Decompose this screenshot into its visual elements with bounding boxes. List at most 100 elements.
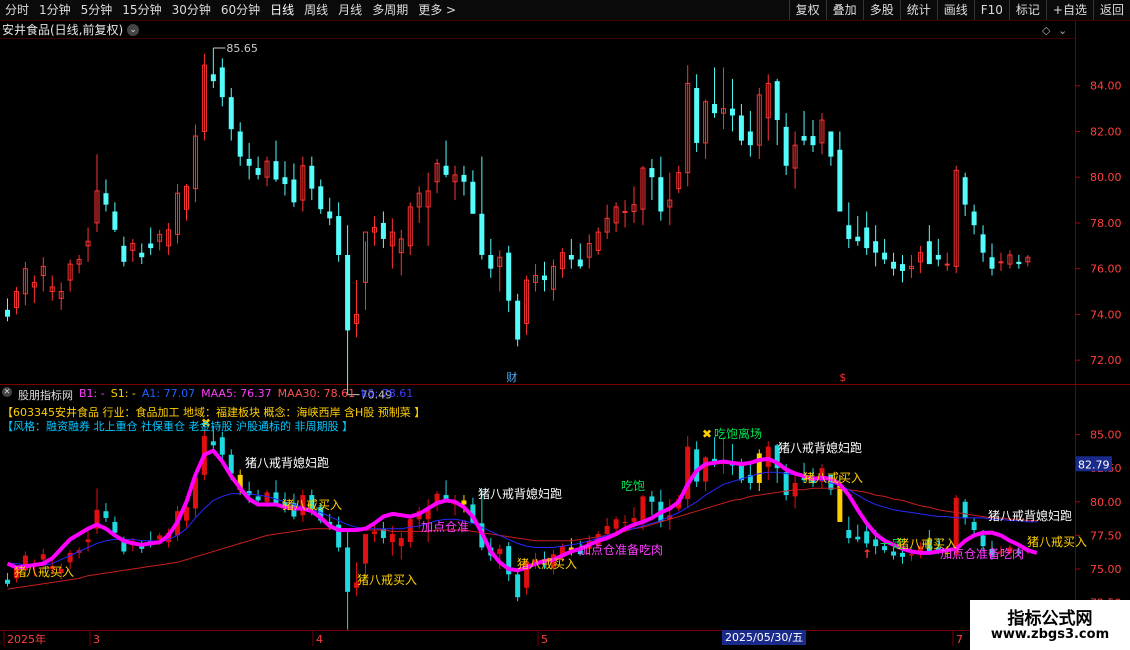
toolbar-button-5[interactable]: F10 bbox=[973, 0, 1009, 20]
indicator-bar-body bbox=[398, 538, 404, 547]
main-candle-body bbox=[694, 88, 700, 143]
period-tab-1[interactable]: 1分钟 bbox=[34, 0, 76, 20]
period-tab-7[interactable]: 周线 bbox=[299, 0, 333, 20]
main-candle-body bbox=[971, 211, 977, 226]
signal-run-label: 猪八戒背媳妇跑 bbox=[245, 455, 329, 470]
indicator-bar-body bbox=[371, 531, 377, 535]
main-candle-body bbox=[112, 211, 118, 230]
toolbar-button-7[interactable]: +自选 bbox=[1045, 0, 1093, 20]
indicator-bar-body bbox=[219, 437, 225, 455]
main-candle-body bbox=[935, 254, 941, 260]
main-candle-body bbox=[488, 254, 494, 269]
main-candle-body bbox=[5, 309, 10, 317]
close-icon[interactable]: ✕ bbox=[2, 387, 12, 397]
main-candle-body bbox=[470, 181, 476, 214]
period-tab-3[interactable]: 15分钟 bbox=[117, 0, 166, 20]
date-axis-label: 3 bbox=[93, 633, 100, 646]
dividend-marker: $ bbox=[839, 371, 846, 384]
main-candle-body bbox=[210, 74, 216, 82]
indicator-bar-body bbox=[980, 535, 986, 547]
main-candle-body bbox=[336, 216, 342, 255]
top-toolbar: 分时 1分钟 5分钟 15分钟 30分钟 60分钟 日线 周线 月线 多周期 更多 > 复权 叠加 多股统… bbox=[0, 0, 1130, 21]
main-candle-body bbox=[810, 136, 816, 146]
indicator-bar-body bbox=[703, 457, 709, 482]
period-tab-2[interactable]: 5分钟 bbox=[76, 0, 118, 20]
toolbar-button-3[interactable]: 统计 bbox=[899, 0, 937, 20]
toolbar-button-0[interactable]: 复权 bbox=[788, 0, 826, 20]
main-candle-body bbox=[846, 225, 852, 239]
toolbar-button-4[interactable]: 画线 bbox=[936, 0, 974, 20]
indicator-bar-body bbox=[112, 521, 118, 533]
indicator-b1: B1: - bbox=[79, 387, 105, 400]
period-tab-10[interactable]: 更多 > bbox=[413, 0, 461, 20]
chevron-down-icon: ⌄ bbox=[1058, 24, 1067, 37]
main-candle-body bbox=[944, 263, 950, 266]
chevron-down-icon[interactable]: ⌄ bbox=[127, 23, 140, 36]
stock-title: 安井食品(日线,前复权) bbox=[2, 23, 124, 37]
main-candle-body bbox=[309, 165, 315, 189]
indicator-bar-body bbox=[604, 525, 610, 535]
main-candle-body bbox=[801, 136, 807, 141]
period-tab-8[interactable]: 月线 bbox=[333, 0, 367, 20]
main-candle-body bbox=[291, 179, 297, 203]
period-tab-6[interactable]: 日线 bbox=[265, 0, 299, 20]
a1-line bbox=[6, 448, 1038, 573]
indicator-axis-label: 80.00 bbox=[1090, 496, 1122, 509]
indicator-name[interactable]: 股朋指标网 bbox=[18, 387, 73, 402]
toolbar-button-6[interactable]: 标记 bbox=[1008, 0, 1046, 20]
indicator-bar-body bbox=[971, 521, 977, 531]
indicator-bar-body bbox=[613, 519, 619, 529]
indicator-bar-body bbox=[900, 552, 905, 557]
period-tab-9[interactable]: 多周期 bbox=[367, 0, 413, 20]
indicator-bar-body bbox=[255, 496, 261, 501]
period-tab-4[interactable]: 30分钟 bbox=[167, 0, 216, 20]
indicator-bar-body bbox=[622, 521, 628, 523]
main-candle-body bbox=[461, 174, 467, 182]
main-candle-body bbox=[237, 131, 243, 157]
period-tab-5[interactable]: 60分钟 bbox=[216, 0, 265, 20]
main-candle-body bbox=[443, 165, 449, 175]
indicator-bar-body bbox=[515, 574, 521, 598]
main-candle-body bbox=[998, 261, 1004, 264]
main-candle-body bbox=[962, 177, 968, 205]
indicator-bar-body bbox=[640, 496, 646, 521]
price-axis-label: 78.00 bbox=[1090, 217, 1122, 230]
main-candle-body bbox=[622, 211, 628, 213]
diamond-icon: ◇ bbox=[1042, 24, 1051, 37]
main-candle-body bbox=[891, 261, 897, 269]
main-candle-body bbox=[255, 168, 261, 175]
indicator-axis-label: 75.00 bbox=[1090, 563, 1122, 576]
signal-buy-label: 猪八戒买入 bbox=[517, 557, 577, 571]
signal-run-label: 猪八戒背媳妇跑 bbox=[478, 486, 562, 501]
indicator-bar-body bbox=[497, 548, 503, 555]
current-date-label: 2025/05/30/五 bbox=[722, 630, 807, 645]
indicator-a1: A1: 77.07 bbox=[141, 387, 196, 400]
period-tab-0[interactable]: 分时 bbox=[0, 0, 34, 20]
watermark-title: 指标公式网 bbox=[1007, 609, 1093, 629]
main-candle-body bbox=[345, 254, 351, 331]
main-candle-body bbox=[783, 126, 789, 166]
date-axis-label: 2025年 bbox=[7, 632, 46, 646]
signal-buy-label: 猪八戒买入 bbox=[357, 573, 417, 587]
date-axis-label: 5 bbox=[541, 633, 548, 646]
main-candle-body bbox=[542, 275, 547, 281]
chart-canvas[interactable]: 84.00 82.00 80.00 78.00 76.00 74.00 72.00 85.00… bbox=[0, 0, 1130, 650]
main-candle-body bbox=[873, 241, 879, 253]
toolbar-button-8[interactable]: 返回 bbox=[1092, 0, 1130, 20]
indicator-bar-body bbox=[855, 536, 861, 540]
toolbar-button-1[interactable]: 叠加 bbox=[825, 0, 863, 20]
indicator-bar-body bbox=[345, 547, 351, 592]
exit-cross-icon: ✖ bbox=[702, 427, 712, 441]
indicator-bar-body bbox=[121, 542, 127, 552]
main-candle-body bbox=[479, 213, 485, 255]
main-candle-body bbox=[246, 158, 252, 166]
watermark-url: www.zbgs3.com bbox=[990, 627, 1110, 642]
indicator-bar-body bbox=[273, 492, 279, 504]
high-marker-label: 85.65 bbox=[226, 42, 258, 55]
indicator-bar-body bbox=[363, 534, 368, 564]
toolbar-button-2[interactable]: 多股 bbox=[862, 0, 900, 20]
signal-buy-label: 猪八戒买入 bbox=[803, 471, 863, 485]
current-value-label: 82.79 bbox=[1078, 458, 1110, 471]
main-candle-body bbox=[103, 193, 109, 205]
indicator-bar-body bbox=[389, 534, 395, 543]
